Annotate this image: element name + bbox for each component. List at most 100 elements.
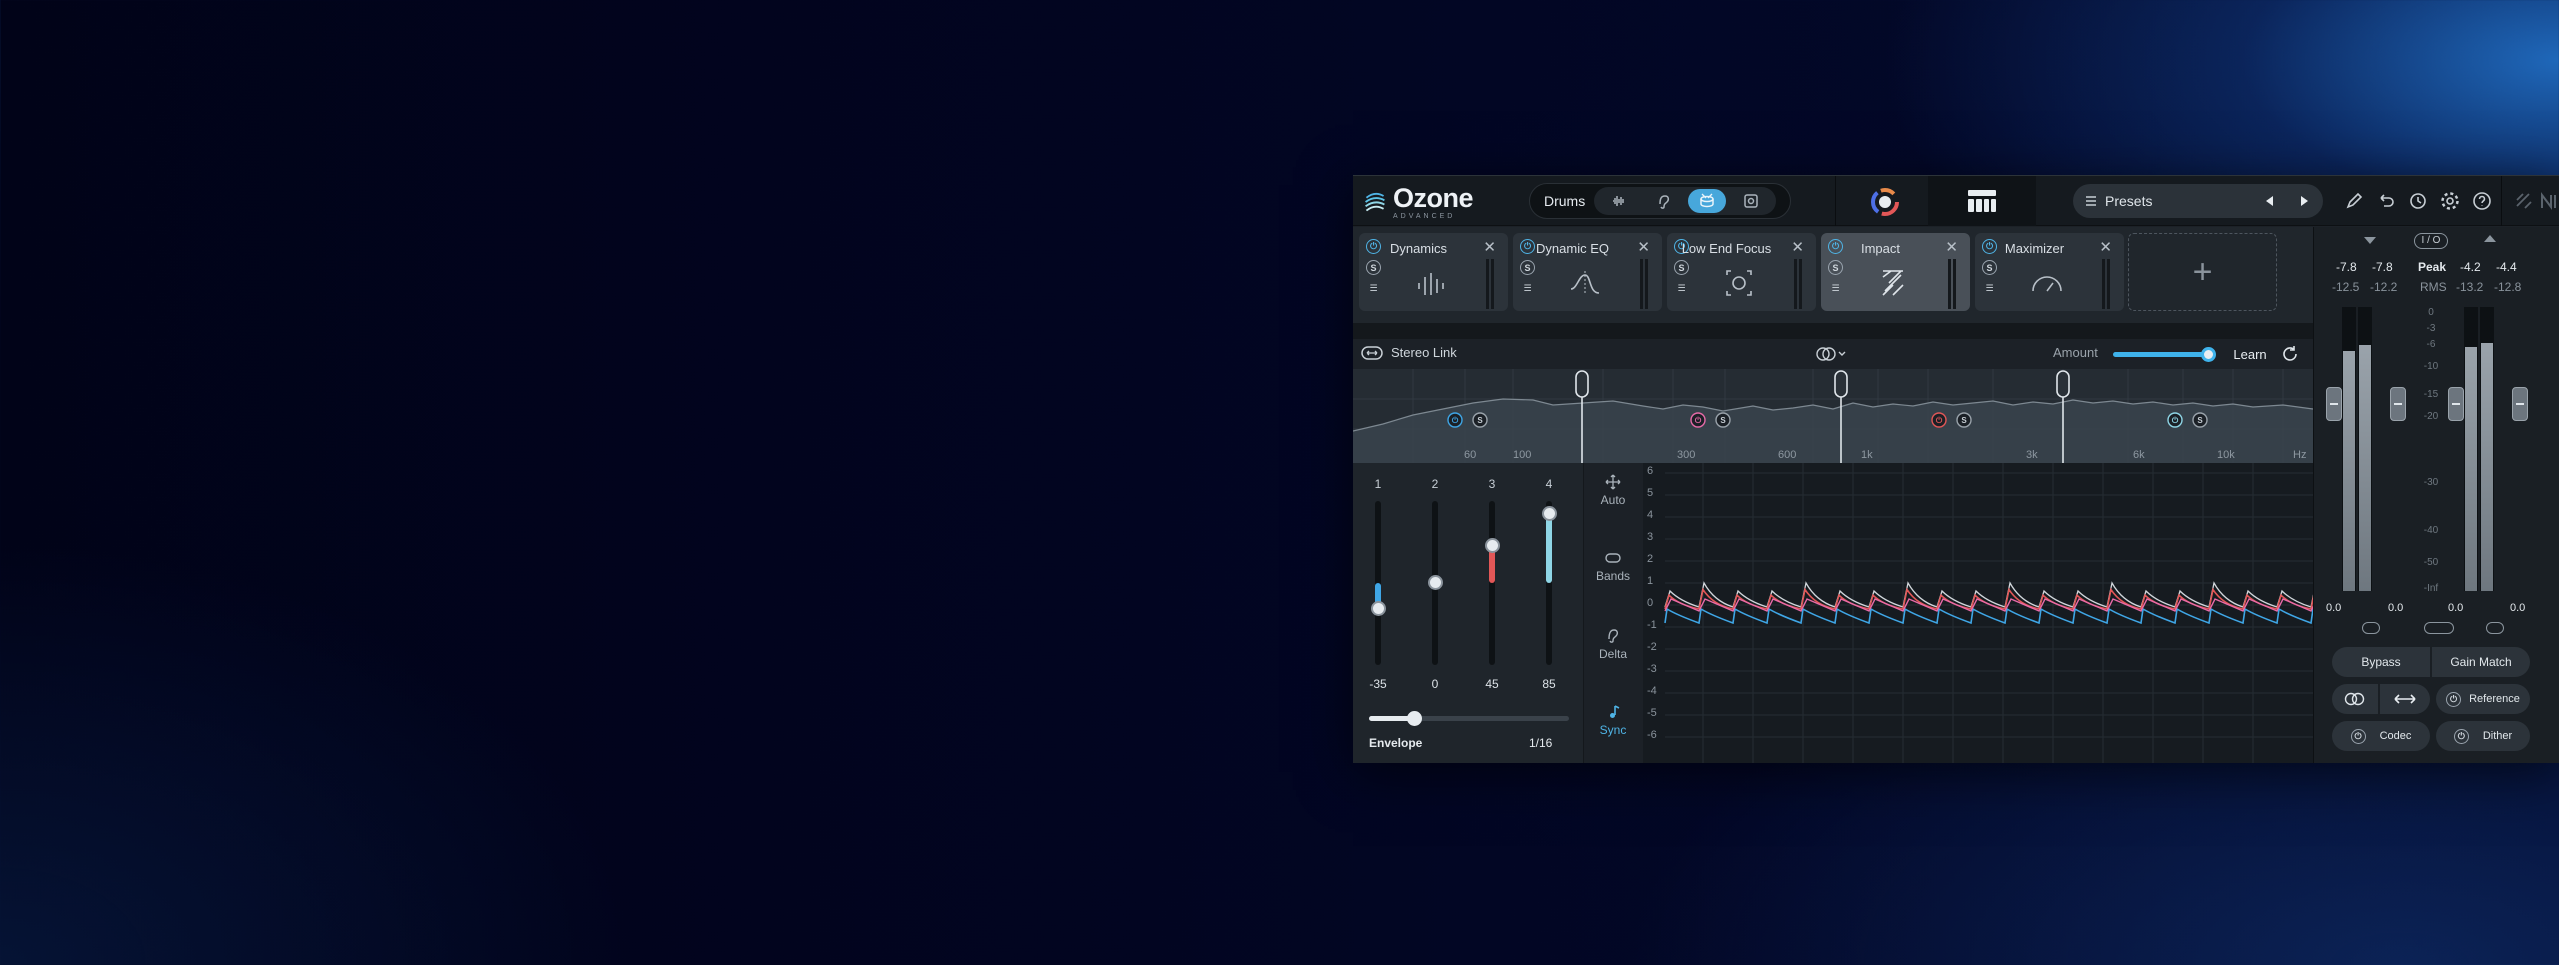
bands-button[interactable]: Bands — [1584, 549, 1642, 583]
swap-arrows-icon — [2394, 694, 2416, 704]
settings-gear-icon[interactable] — [2439, 190, 2461, 212]
sync-button[interactable]: Sync — [1584, 703, 1642, 737]
bypass-button[interactable]: Bypass — [2332, 647, 2430, 677]
spectrum-analyzer[interactable]: ⏻ S ⏻ S ⏻ S ⏻ S 60 100 300 600 1k 3k 6k … — [1353, 369, 2313, 463]
module-name: Dynamics — [1389, 241, 1448, 256]
solo-icon[interactable]: S — [1520, 260, 1535, 275]
meter-scale-tick: -6 — [2426, 339, 2436, 350]
history-icon[interactable] — [2407, 190, 2429, 212]
codec-button[interactable]: ⏻ Codec — [2332, 721, 2430, 751]
envelope-slider-knob[interactable] — [1407, 711, 1422, 726]
target-mode-button[interactable] — [1732, 189, 1770, 213]
menu-icon[interactable]: ☰ — [1520, 281, 1535, 296]
auto-button[interactable]: Auto — [1584, 473, 1642, 507]
band-1-slider[interactable] — [1370, 501, 1386, 665]
stereo-circles-icon — [2344, 692, 2365, 706]
output-gain-fader-right[interactable] — [2512, 387, 2528, 421]
transient-graph[interactable]: 6 5 4 3 2 1 0 -1 -2 -3 -4 -5 -6 — [1643, 463, 2313, 763]
band-value: 0 — [1431, 677, 1439, 691]
close-icon[interactable]: ✕ — [1637, 238, 1650, 256]
band-1-knob[interactable] — [1370, 601, 1386, 616]
pencil-icon[interactable] — [2343, 190, 2365, 212]
module-dynamics[interactable]: ⏻ S ☰ Dynamics ✕ — [1359, 233, 1508, 311]
io-toggle[interactable]: I / O — [2414, 233, 2448, 249]
waveform-mode-button[interactable] — [1600, 189, 1638, 213]
close-icon[interactable]: ✕ — [2099, 238, 2112, 256]
input-link-icon[interactable] — [2362, 622, 2380, 634]
listen-mode-button[interactable] — [1644, 189, 1682, 213]
module-level-meter — [1794, 259, 1804, 309]
solo-icon[interactable]: S — [1674, 260, 1689, 275]
svg-text:S: S — [1477, 416, 1483, 425]
band-4-slider[interactable] — [1541, 501, 1557, 665]
assistant-label: Drums — [1544, 193, 1586, 209]
close-icon[interactable]: ✕ — [1483, 238, 1496, 256]
stereo-link-toggle[interactable]: Stereo Link — [1361, 345, 1457, 360]
channel-mode-icon[interactable] — [1815, 346, 1849, 362]
output-rms-right: -12.8 — [2494, 280, 2522, 294]
y-tick: -2 — [1647, 641, 1657, 653]
add-module-button[interactable]: + — [2128, 233, 2277, 311]
bands-label: Bands — [1595, 569, 1631, 583]
solo-icon[interactable]: S — [1366, 260, 1381, 275]
delta-button[interactable]: Delta — [1584, 627, 1642, 661]
band-number: 2 — [1431, 477, 1439, 491]
native-instruments-logo-icon[interactable] — [2539, 190, 2559, 212]
presets-label: Presets — [2105, 193, 2153, 209]
header-separator — [1835, 176, 1836, 226]
header-separator — [2501, 176, 2502, 226]
solo-icon[interactable]: S — [1828, 260, 1843, 275]
menu-icon[interactable]: ☰ — [1982, 281, 1997, 296]
module-low-end-focus[interactable]: ⏻ S ☰ Low End Focus ✕ — [1667, 233, 1816, 311]
svg-text:⏻: ⏻ — [2172, 416, 2179, 425]
module-impact[interactable]: ⏻ S ☰ Impact ✕ — [1821, 233, 1970, 311]
routing-icon[interactable] — [2513, 190, 2535, 212]
input-gain-fader-right[interactable] — [2390, 387, 2406, 421]
menu-icon[interactable]: ☰ — [1366, 281, 1381, 296]
swap-channels-button[interactable] — [2380, 684, 2430, 714]
assistant-pill[interactable]: Drums — [1529, 183, 1791, 219]
ozone-logo[interactable]: Ozone ADVANCED — [1363, 184, 1474, 220]
meter-scale-tick: 0 — [2428, 307, 2434, 318]
band-2-slider[interactable] — [1427, 501, 1443, 665]
channel-monitor-button[interactable] — [2332, 684, 2378, 714]
close-icon[interactable]: ✕ — [1945, 238, 1958, 256]
output-rms-left: -13.2 — [2456, 280, 2484, 294]
band-3-slider[interactable] — [1484, 501, 1500, 665]
output-peak-right: -4.4 — [2496, 260, 2517, 274]
power-icon: ⏻ — [2453, 728, 2469, 744]
module-maximizer[interactable]: ⏻ S ☰ Maximizer ✕ — [1975, 233, 2124, 311]
undo-icon[interactable] — [2375, 190, 2397, 212]
amount-slider-knob[interactable] — [2201, 347, 2216, 362]
learn-button[interactable]: Learn — [2230, 339, 2270, 369]
drum-mode-button[interactable] — [1688, 189, 1726, 213]
menu-icon[interactable]: ☰ — [1828, 281, 1843, 296]
power-icon: ⏻ — [2350, 728, 2366, 744]
band-3-knob[interactable] — [1484, 538, 1500, 553]
solo-icon[interactable]: S — [1982, 260, 1997, 275]
output-link-icon[interactable] — [2486, 622, 2504, 634]
module-view-button[interactable] — [1928, 176, 2036, 226]
master-assistant-icon[interactable] — [1868, 185, 1902, 219]
band-2-knob[interactable] — [1427, 575, 1443, 590]
presets-selector[interactable]: Presets — [2073, 184, 2323, 218]
dither-button[interactable]: ⏻ Dither — [2436, 721, 2530, 751]
gain-match-button[interactable]: Gain Match — [2432, 647, 2530, 677]
meter-scale-tick: -50 — [2423, 557, 2439, 568]
preset-prev-icon[interactable] — [2263, 194, 2277, 208]
close-icon[interactable]: ✕ — [1791, 238, 1804, 256]
module-dynamic-eq[interactable]: ⏻ S ☰ Dynamic EQ ✕ — [1513, 233, 1662, 311]
help-icon[interactable] — [2471, 190, 2493, 212]
reset-icon[interactable] — [2281, 345, 2299, 363]
input-gain-fader-left[interactable] — [2326, 387, 2342, 421]
input-rms-right: -12.2 — [2370, 280, 2398, 294]
y-tick: -6 — [1647, 729, 1657, 741]
io-link-icon[interactable] — [2424, 622, 2454, 634]
preset-next-icon[interactable] — [2297, 194, 2311, 208]
amount-slider-track[interactable] — [2113, 352, 2213, 357]
reference-button[interactable]: ⏻ Reference — [2436, 684, 2530, 714]
svg-text:⏻: ⏻ — [1695, 416, 1702, 425]
output-gain-fader-left[interactable] — [2448, 387, 2464, 421]
band-4-knob[interactable] — [1541, 506, 1557, 521]
menu-icon[interactable]: ☰ — [1674, 281, 1689, 296]
